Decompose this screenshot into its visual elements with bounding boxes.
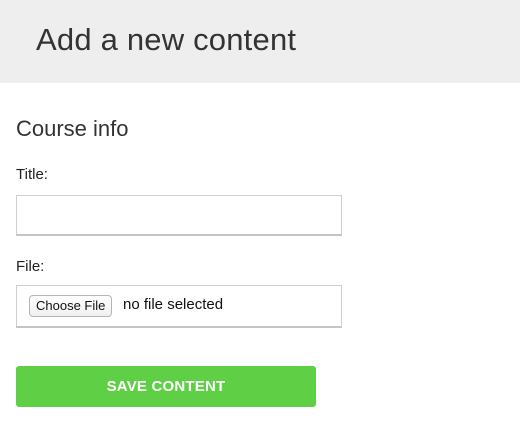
save-content-button[interactable]: SAVE CONTENT	[16, 366, 316, 407]
section-title: Course info	[16, 116, 129, 141]
file-label: File:	[16, 258, 45, 275]
file-input[interactable]: Choose File no file selected	[16, 285, 342, 328]
file-status-text: no file selected	[123, 296, 224, 313]
title-label: Title:	[16, 166, 48, 183]
title-input[interactable]	[16, 195, 342, 236]
page-title: Add a new content	[36, 22, 297, 57]
choose-file-button[interactable]: Choose File	[29, 295, 113, 317]
page-header: Add a new content	[0, 0, 520, 83]
